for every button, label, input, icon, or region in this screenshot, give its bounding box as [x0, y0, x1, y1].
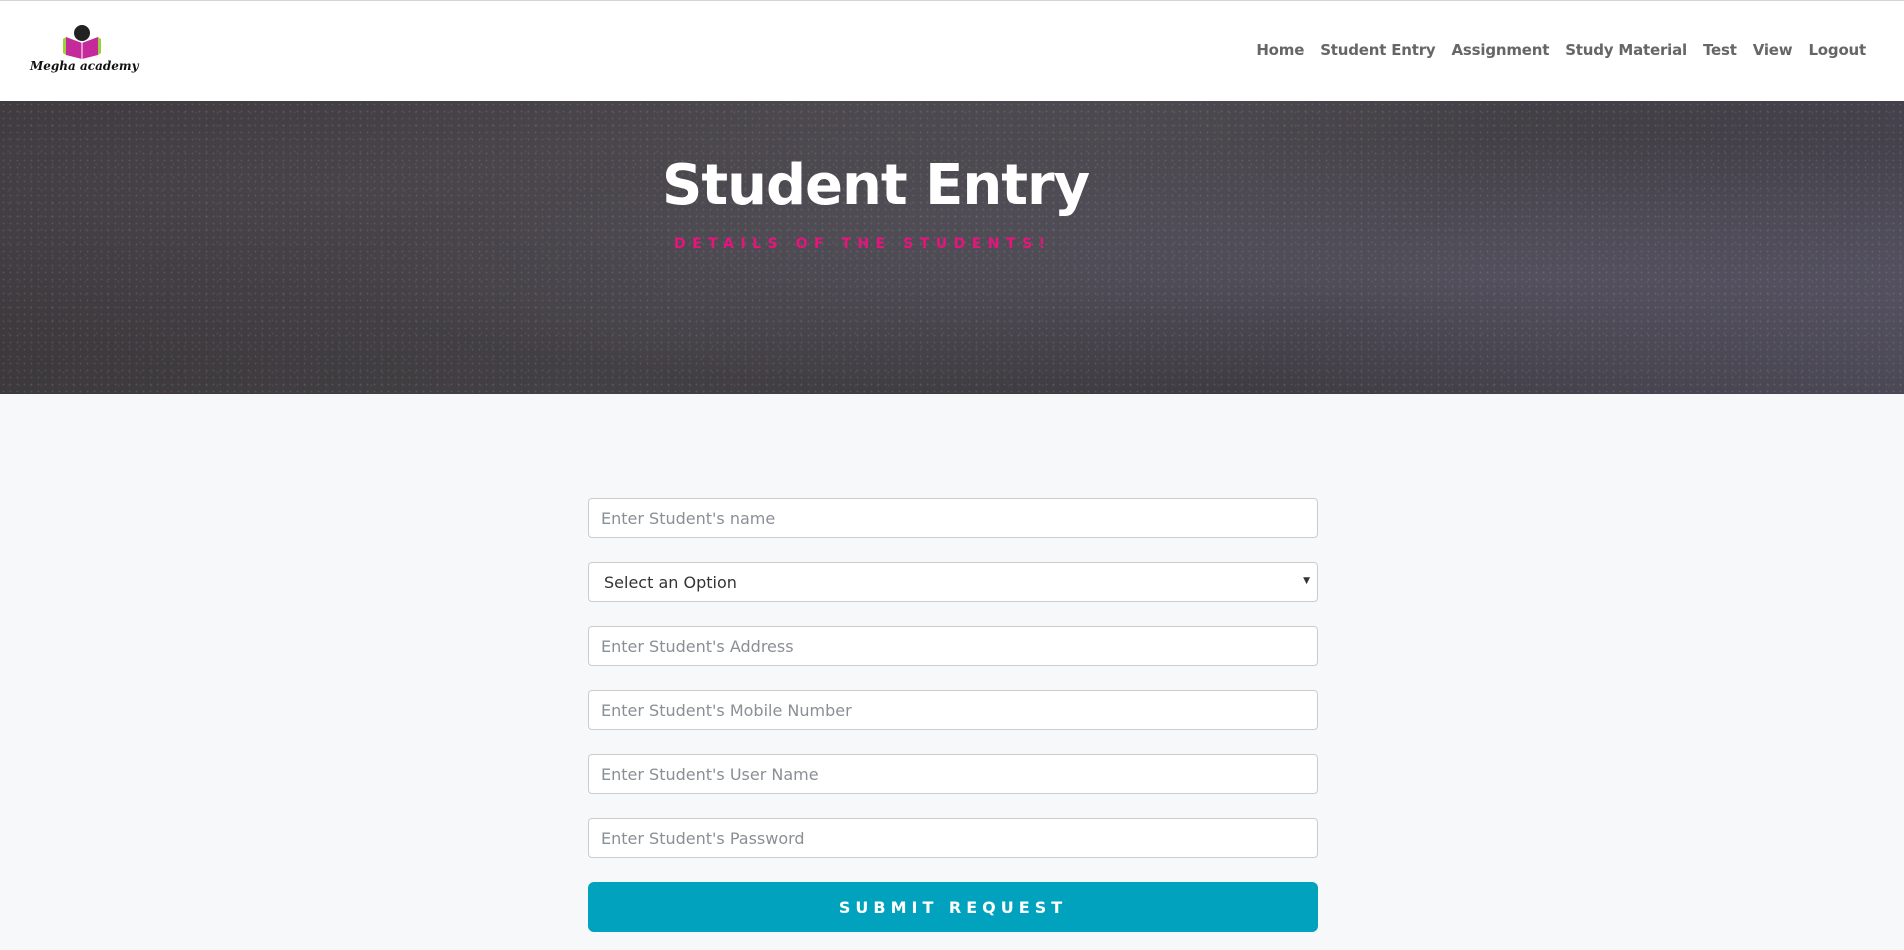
student-mobile-input[interactable] — [588, 690, 1318, 730]
nav-view[interactable]: View — [1753, 41, 1793, 59]
nav-home[interactable]: Home — [1256, 41, 1304, 59]
nav-study-material[interactable]: Study Material — [1565, 41, 1687, 59]
option-select[interactable]: Select an Option — [588, 562, 1318, 602]
page-title: Student Entry — [662, 153, 1090, 218]
student-password-input[interactable] — [588, 818, 1318, 858]
student-username-input[interactable] — [588, 754, 1318, 794]
nav-assignment[interactable]: Assignment — [1452, 41, 1550, 59]
nav-student-entry[interactable]: Student Entry — [1320, 41, 1436, 59]
option-select-wrapper: Select an Option ▼ — [588, 562, 1318, 602]
hero-banner: Student Entry DETAILS OF THE STUDENTS! — [0, 101, 1904, 394]
main-nav: Home Student Entry Assignment Study Mate… — [1256, 41, 1866, 59]
nav-test[interactable]: Test — [1703, 41, 1737, 59]
logo[interactable]: Megha academy — [30, 23, 139, 79]
page-subtitle: DETAILS OF THE STUDENTS! — [674, 236, 1052, 252]
nav-logout[interactable]: Logout — [1808, 41, 1866, 59]
student-entry-form: Select an Option ▼ SUBMIT REQUEST — [588, 498, 1318, 932]
logo-text: Megha academy — [30, 59, 139, 73]
student-name-input[interactable] — [588, 498, 1318, 538]
reading-student-icon — [63, 25, 101, 59]
site-header: Megha academy Home Student Entry Assignm… — [0, 0, 1904, 101]
student-address-input[interactable] — [588, 626, 1318, 666]
submit-request-button[interactable]: SUBMIT REQUEST — [588, 882, 1318, 932]
